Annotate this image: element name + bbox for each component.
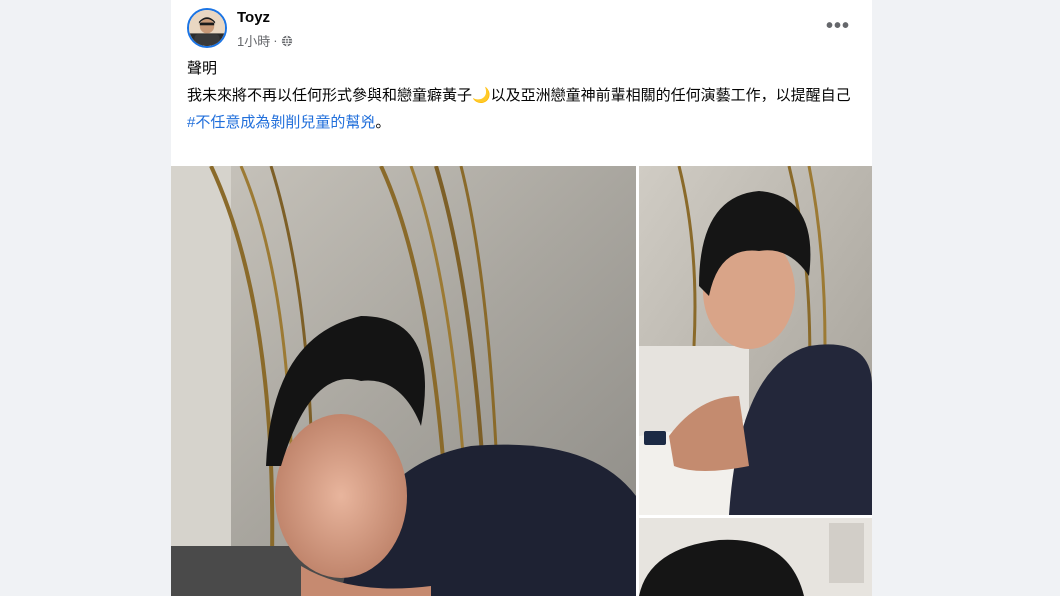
post-body: 聲明 我未來將不再以任何形式參與和戀童癖黃子🌙以及亞洲戀童神前輩相關的任何演藝工… xyxy=(187,58,859,139)
avatar[interactable] xyxy=(187,8,227,48)
post-time[interactable]: 1小時 xyxy=(237,31,270,50)
post-header: Toyz 1小時 · ••• xyxy=(171,0,872,56)
facebook-post: Toyz 1小時 · ••• 聲明 我未來將不再以任何形式參與和戀童癖黃子🌙以及… xyxy=(171,0,872,596)
post-meta: 1小時 · xyxy=(237,31,293,50)
photo-side-1[interactable] xyxy=(639,166,872,515)
post-title-line: 聲明 xyxy=(187,60,218,77)
post-body-line: 我未來將不再以任何形式參與和戀童癖黃子🌙以及亞洲戀童神前輩相關的任何演藝工作，以… xyxy=(187,87,851,104)
hashtag-link[interactable]: #不任意成為剝削兒童的幫兇 xyxy=(187,114,375,131)
meta-separator: · xyxy=(273,33,278,48)
globe-icon[interactable] xyxy=(281,35,293,47)
photo-icon xyxy=(639,518,872,596)
photo-main[interactable] xyxy=(171,166,636,596)
photo-icon xyxy=(639,166,872,515)
photo-side-2[interactable] xyxy=(639,518,872,596)
author-name[interactable]: Toyz xyxy=(237,9,270,26)
avatar-image xyxy=(189,10,225,46)
hashtag-line: #不任意成為剝削兒童的幫兇。 xyxy=(187,112,859,133)
hashtag-suffix: 。 xyxy=(375,114,391,131)
photo-icon xyxy=(171,166,636,596)
more-options-button[interactable]: ••• xyxy=(822,12,854,40)
more-options-icon: ••• xyxy=(825,15,850,37)
